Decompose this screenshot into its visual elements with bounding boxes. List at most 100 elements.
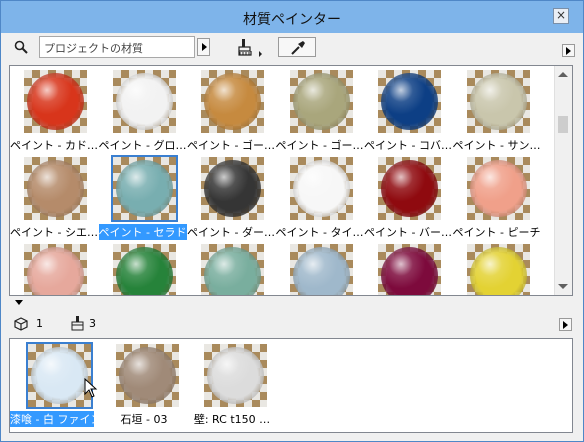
material-tile[interactable]: ペイント - ピーチ	[452, 155, 541, 239]
material-sphere	[27, 247, 84, 295]
material-sphere	[31, 347, 88, 404]
selection-info-bar: 1 3	[9, 313, 573, 335]
material-sphere	[207, 347, 264, 404]
vertical-scrollbar[interactable]	[554, 66, 572, 295]
close-button[interactable]: ×	[553, 8, 569, 24]
paint-brush-icon[interactable]	[235, 38, 263, 58]
search-scope-dropdown[interactable]	[197, 38, 210, 56]
material-tile[interactable]	[99, 242, 185, 295]
material-preview	[110, 155, 178, 222]
material-sphere	[204, 73, 261, 130]
material-tile[interactable]: 壁: RC t150 …	[186, 342, 276, 430]
materials-grid: ペイント - カド… ペイント - グロ… ペイント - ゴー… ペイント - ゴー……	[9, 65, 573, 296]
material-sphere	[292, 160, 350, 217]
material-tile[interactable]	[187, 242, 273, 295]
material-label: 石垣 - 03	[120, 413, 168, 426]
search-input[interactable]: プロジェクトの材質	[39, 36, 195, 58]
material-tile[interactable]	[453, 242, 539, 295]
search-icon	[14, 40, 28, 54]
material-sphere	[204, 247, 261, 295]
surface-count: 3	[89, 317, 96, 330]
material-preview	[289, 157, 353, 220]
material-preview	[378, 70, 441, 133]
material-sphere	[469, 247, 527, 295]
material-label: ペイント - シエ…	[10, 226, 98, 239]
material-tile[interactable]: ペイント - サン…	[452, 68, 541, 152]
material-preview	[201, 244, 264, 295]
used-materials-panel: 漆喰 - 白 ファイン 石垣 - 03 壁: RC t150 …	[9, 338, 573, 433]
material-preview	[289, 70, 353, 133]
material-preview	[201, 157, 264, 220]
material-tile[interactable]	[364, 242, 450, 295]
material-sphere	[469, 160, 527, 217]
material-label: ペイント - グロ…	[98, 139, 187, 152]
material-preview	[24, 157, 87, 220]
scroll-up-icon[interactable]	[558, 72, 568, 77]
material-label: ペイント - ダー…	[187, 226, 275, 239]
material-tile[interactable]: 石垣 - 03	[98, 342, 188, 430]
panel-menu-button[interactable]	[562, 44, 575, 57]
material-label: ペイント - ゴー…	[187, 139, 275, 152]
material-painter-window: 材質ペインター × プロジェクトの材質 ペイント - カド… ペイント - グロ……	[0, 0, 584, 442]
material-tile[interactable]: ペイント - シエ…	[10, 155, 98, 239]
material-preview	[112, 70, 176, 133]
material-preview	[289, 244, 353, 295]
material-preview	[466, 70, 530, 133]
material-label: 壁: RC t150 …	[193, 413, 271, 426]
material-label: ペイント - ピーチ	[452, 226, 541, 239]
material-label: ペイント - コバ…	[364, 139, 452, 152]
material-tile[interactable]: ペイント - タイ…	[275, 155, 364, 239]
material-preview	[24, 70, 87, 133]
material-label: ペイント - ゴー…	[275, 139, 364, 152]
element-icon	[14, 317, 28, 331]
material-label: ペイント - セラドン	[98, 224, 187, 240]
title-bar[interactable]: 材質ペインター ×	[1, 1, 583, 33]
mouse-cursor-icon	[84, 378, 98, 398]
toolbar: プロジェクトの材質	[5, 35, 579, 61]
material-tile[interactable]: ペイント - カド…	[10, 68, 98, 152]
material-sphere	[381, 247, 438, 295]
material-tile[interactable]: ペイント - ダー…	[187, 155, 275, 239]
element-count: 1	[36, 317, 43, 330]
eyedropper-button[interactable]	[278, 37, 316, 57]
material-preview	[112, 244, 176, 295]
info-menu-button[interactable]	[559, 318, 572, 331]
material-tile[interactable]: ペイント - ゴー…	[187, 68, 275, 152]
material-preview	[204, 344, 267, 407]
material-label: ペイント - タイ…	[275, 226, 364, 239]
eyedropper-icon	[291, 41, 305, 55]
material-preview	[466, 157, 530, 220]
material-tile[interactable]: 漆喰 - 白 ファイン	[10, 342, 100, 430]
material-sphere	[119, 347, 176, 404]
scrollbar-thumb[interactable]	[558, 116, 568, 133]
material-label: ペイント - バー…	[364, 226, 452, 239]
material-tile[interactable]	[276, 242, 362, 295]
material-label: ペイント - カド…	[10, 139, 98, 152]
material-sphere	[292, 73, 350, 130]
material-preview	[26, 342, 93, 409]
material-preview	[466, 244, 530, 295]
material-sphere	[204, 160, 261, 217]
material-preview	[378, 244, 441, 295]
material-tile[interactable]	[10, 242, 96, 295]
material-tile[interactable]: ペイント - コバ…	[364, 68, 452, 152]
scroll-down-icon[interactable]	[558, 284, 568, 289]
window-title: 材質ペインター	[243, 12, 341, 28]
material-preview	[24, 244, 87, 295]
material-tile[interactable]: ペイント - バー…	[364, 155, 452, 239]
material-sphere	[115, 160, 173, 217]
material-tile[interactable]: ペイント - グロ…	[98, 68, 187, 152]
material-sphere	[292, 247, 350, 295]
material-label: ペイント - サン…	[452, 139, 541, 152]
material-preview	[116, 344, 179, 407]
material-sphere	[469, 73, 527, 130]
material-sphere	[381, 160, 438, 217]
material-label: 漆喰 - 白 ファイン	[10, 411, 94, 427]
material-preview	[201, 70, 264, 133]
material-sphere	[115, 73, 173, 130]
material-tile[interactable]: ペイント - ゴー…	[275, 68, 364, 152]
material-tile[interactable]: ペイント - セラドン	[98, 155, 187, 240]
material-preview	[378, 157, 441, 220]
collapse-arrow-icon[interactable]	[15, 300, 23, 305]
material-sphere	[27, 73, 84, 130]
